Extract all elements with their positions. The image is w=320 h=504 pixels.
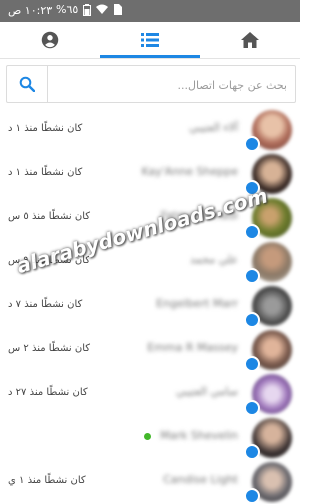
contact-row[interactable]: Candise Light كان نشطًا منذ ١ ي [0,460,300,504]
last-active-status: كان نشطًا منذ ٧ د [8,299,83,310]
clock: ١٠:٢٣ ص [8,4,53,17]
wifi-icon [96,4,109,14]
messenger-badge [244,224,260,240]
home-icon [241,32,259,48]
contact-row[interactable]: سامي العتيبي كان نشطًا منذ ٢٧ د [0,372,300,416]
messenger-badge [244,488,260,504]
last-active-status: كان نشطًا منذ ٩ س [8,255,91,266]
contact-row[interactable]: Kay'Anne Sheppe كان نشطًا منذ ١ د [0,152,300,196]
battery-icon [83,3,92,16]
contact-row[interactable]: علي محمد كان نشطًا منذ ٩ س [0,240,300,284]
messenger-badge [244,136,260,152]
contact-row[interactable]: Emma R Massey كان نشطًا منذ ٢ س [0,328,300,372]
tab-contacts-list[interactable] [100,22,200,58]
messenger-badge [244,444,260,460]
contact-name: Fatma Mahadi [160,209,238,222]
contacts-list: آلاء العتيبي كان نشطًا منذ ١ د Kay'Anne … [0,108,300,504]
contact-row[interactable]: Fatma Mahadi كان نشطًا منذ ٥ س [0,196,300,240]
tab-bar [0,22,300,58]
messenger-badge [244,400,260,416]
contact-name: علي محمد [190,253,238,266]
search-box [6,65,296,103]
sim-icon [114,4,123,15]
last-active-status: كان نشطًا منذ ٢ س [8,343,91,354]
last-active-status: كان نشطًا منذ ١ د [8,123,83,134]
search-icon [19,76,35,92]
contact-name: Candise Light [163,473,238,486]
list-icon [141,33,159,47]
contact-row[interactable]: Engelbert Marr كان نشطًا منذ ٧ د [0,284,300,328]
last-active-status: كان نشطًا منذ ١ ي [8,475,86,486]
messenger-badge [244,268,260,284]
messenger-badge [244,312,260,328]
contact-name: Mark Shevelin [160,429,238,442]
contact-name: Kay'Anne Sheppe [141,165,238,178]
tab-home[interactable] [200,22,300,58]
online-indicator [144,433,151,440]
profile-icon [41,31,59,49]
messenger-badge [244,180,260,196]
search-button[interactable] [7,66,48,102]
divider [0,58,300,59]
status-bar: ١٠:٢٣ ص %٦٥ [0,0,300,22]
last-active-status: كان نشطًا منذ ٥ س [8,211,91,222]
status-icons: %٦٥ [56,3,123,16]
contact-row[interactable]: آلاء العتيبي كان نشطًا منذ ١ د [0,108,300,152]
contact-name: Engelbert Marr [156,297,238,310]
messenger-badge [244,356,260,372]
search-input[interactable] [53,72,289,98]
contact-row[interactable]: Mark Shevelin [0,416,300,460]
last-active-status: كان نشطًا منذ ١ د [8,167,83,178]
battery-percent: %٦٥ [56,3,79,16]
tab-profile[interactable] [0,22,100,58]
last-active-status: كان نشطًا منذ ٢٧ د [8,387,88,398]
contact-name: سامي العتيبي [176,385,238,398]
contact-name: Emma R Massey [147,341,238,354]
contact-name: آلاء العتيبي [189,121,238,134]
